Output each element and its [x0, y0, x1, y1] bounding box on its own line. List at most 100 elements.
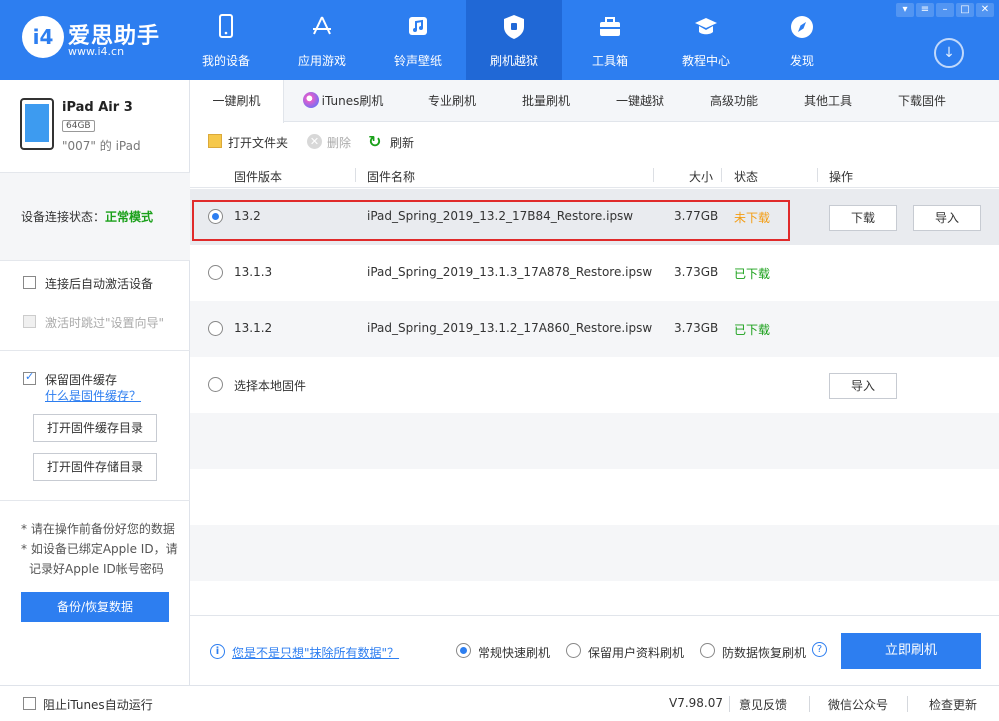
nav-tutorials[interactable]: 教程中心 — [658, 0, 754, 80]
skip-setup-label: 激活时跳过"设置向导" — [45, 316, 165, 330]
quick-flash-label: 常规快速刷机 — [478, 646, 551, 660]
flash-options-bar: i 您是不是只想"抹除所有数据"？ 常规快速刷机 保留用户资料刷机 防数据恢复刷… — [190, 615, 999, 685]
quick-flash-radio[interactable] — [456, 643, 471, 658]
divider — [0, 350, 190, 351]
table-row[interactable]: 选择本地固件 导入 — [190, 357, 999, 413]
import-button[interactable]: 导入 — [913, 205, 981, 231]
keep-cache-checkbox[interactable] — [23, 370, 36, 385]
connection-status: 设备连接状态：正常模式 — [21, 208, 153, 225]
tab-itunes-flash[interactable]: iTunes刷机 — [294, 80, 392, 122]
block-itunes-checkbox[interactable] — [23, 697, 36, 710]
anti-recovery-radio[interactable] — [700, 643, 715, 658]
what-is-cache-link[interactable]: 什么是固件缓存？ — [45, 387, 141, 404]
nav-flash-jailbreak[interactable]: 刷机越狱 — [466, 0, 562, 80]
erase-all-link[interactable]: 您是不是只想"抹除所有数据"？ — [232, 644, 399, 661]
refresh-icon[interactable]: ↻ — [368, 132, 381, 151]
col-name: 固件名称 — [367, 170, 416, 184]
import-local-button[interactable]: 导入 — [829, 373, 897, 399]
close-icon[interactable]: ✕ — [976, 3, 994, 17]
auto-activate-checkbox[interactable] — [23, 276, 36, 289]
nav-label: 发现 — [789, 54, 814, 68]
column-divider — [817, 168, 818, 182]
firmware-name: iPad_Spring_2019_13.1.3_17A878_Restore.i… — [367, 265, 653, 279]
device-capacity-badge: 64GB — [62, 120, 95, 132]
col-action: 操作 — [829, 170, 854, 184]
main-panel: 一键刷机 iTunes刷机 专业刷机 批量刷机 一键越狱 高级功能 其他工具 下… — [190, 80, 999, 685]
status-divider — [809, 696, 810, 712]
skin-icon[interactable]: ▾ — [896, 3, 914, 17]
nav-my-device[interactable]: 我的设备 — [178, 0, 274, 80]
tab-download-firmware[interactable]: 下载固件 — [874, 80, 970, 122]
minimize-icon[interactable]: – — [936, 3, 954, 17]
selection-highlight — [192, 200, 790, 241]
firmware-size: 3.73GB — [674, 265, 719, 279]
local-firmware-label: 选择本地固件 — [234, 379, 307, 393]
column-divider — [721, 168, 722, 182]
music-icon — [409, 17, 427, 35]
toolbar: 打开文件夹 ✕ 删除 ↻ 刷新 — [190, 122, 999, 162]
top-bar: i4 爱思助手 www.i4.cn 我的设备 应用游戏 铃声壁纸 刷机越狱 工具… — [0, 0, 999, 80]
row-radio[interactable] — [208, 265, 223, 280]
firmware-version: 13.1.3 — [234, 265, 273, 279]
tab-pro-flash[interactable]: 专业刷机 — [404, 80, 500, 122]
ipad-image — [20, 98, 54, 150]
row-radio[interactable] — [208, 321, 223, 336]
menu-icon[interactable]: ≡ — [916, 3, 934, 17]
open-cache-dir-button[interactable]: 打开固件缓存目录 — [33, 414, 157, 442]
status-divider — [907, 696, 908, 712]
check-update-link[interactable]: 检查更新 — [929, 696, 977, 713]
table-row[interactable]: 13.1.2 iPad_Spring_2019_13.1.2_17A860_Re… — [190, 301, 999, 357]
help-icon[interactable]: ? — [812, 642, 827, 657]
nav-label: 工具箱 — [591, 54, 628, 68]
table-row[interactable]: 13.1.3 iPad_Spring_2019_13.1.3_17A878_Re… — [190, 245, 999, 301]
col-version: 固件版本 — [234, 170, 283, 184]
tab-one-click-flash[interactable]: 一键刷机 — [190, 80, 284, 123]
row-radio[interactable] — [208, 377, 223, 392]
tab-batch-flash[interactable]: 批量刷机 — [498, 80, 594, 122]
backup-restore-button[interactable]: 备份/恢复数据 — [21, 592, 169, 622]
delete-icon[interactable]: ✕ — [307, 134, 322, 149]
nav-label: 我的设备 — [201, 54, 250, 68]
download-circle-icon[interactable]: ↓ — [934, 38, 964, 68]
nav-label: 应用游戏 — [297, 54, 346, 68]
download-button[interactable]: 下载 — [829, 205, 897, 231]
firmware-version: 13.1.2 — [234, 321, 273, 335]
info-icon: i — [210, 644, 225, 659]
flash-now-button[interactable]: 立即刷机 — [841, 633, 981, 669]
anti-recovery-label: 防数据恢复刷机 — [722, 646, 807, 660]
open-storage-dir-button[interactable]: 打开固件存储目录 — [33, 453, 157, 481]
empty-row — [190, 469, 999, 525]
divider — [0, 172, 190, 173]
divider — [0, 260, 190, 261]
keep-data-radio[interactable] — [566, 643, 581, 658]
backup-note: * 请在操作前备份好您的数据 — [21, 522, 175, 536]
version-label: V7.98.07 — [669, 696, 724, 710]
nav-discover[interactable]: 发现 — [754, 0, 850, 80]
nav-ringtones[interactable]: 铃声壁纸 — [370, 0, 466, 80]
empty-row — [190, 413, 999, 469]
firmware-size: 3.73GB — [674, 321, 719, 335]
toolbox-icon — [600, 17, 620, 36]
folder-icon[interactable] — [208, 134, 222, 148]
nav-toolbox[interactable]: 工具箱 — [562, 0, 658, 80]
tab-other-tools[interactable]: 其他工具 — [780, 80, 876, 122]
skip-setup-checkbox[interactable] — [23, 315, 36, 328]
compass-icon — [791, 16, 813, 38]
tab-label: iTunes刷机 — [321, 94, 384, 108]
shield-icon — [504, 15, 524, 39]
delete-button[interactable]: 删除 — [327, 134, 351, 151]
column-divider — [653, 168, 654, 182]
nav-apps[interactable]: 应用游戏 — [274, 0, 370, 80]
feedback-link[interactable]: 意见反馈 — [739, 696, 787, 713]
apple-id-note-cont: 记录好Apple ID帐号密码 — [29, 562, 164, 576]
empty-row — [190, 525, 999, 581]
col-status: 状态 — [734, 170, 759, 184]
maximize-icon[interactable]: □ — [956, 3, 974, 17]
tab-one-click-jailbreak[interactable]: 一键越狱 — [592, 80, 688, 122]
tab-advanced[interactable]: 高级功能 — [686, 80, 782, 122]
keep-cache-label: 保留固件缓存 — [45, 373, 118, 387]
wechat-link[interactable]: 微信公众号 — [828, 696, 888, 713]
open-folder-button[interactable]: 打开文件夹 — [228, 134, 288, 151]
firmware-status: 已下载 — [734, 323, 771, 337]
refresh-button[interactable]: 刷新 — [390, 134, 414, 151]
